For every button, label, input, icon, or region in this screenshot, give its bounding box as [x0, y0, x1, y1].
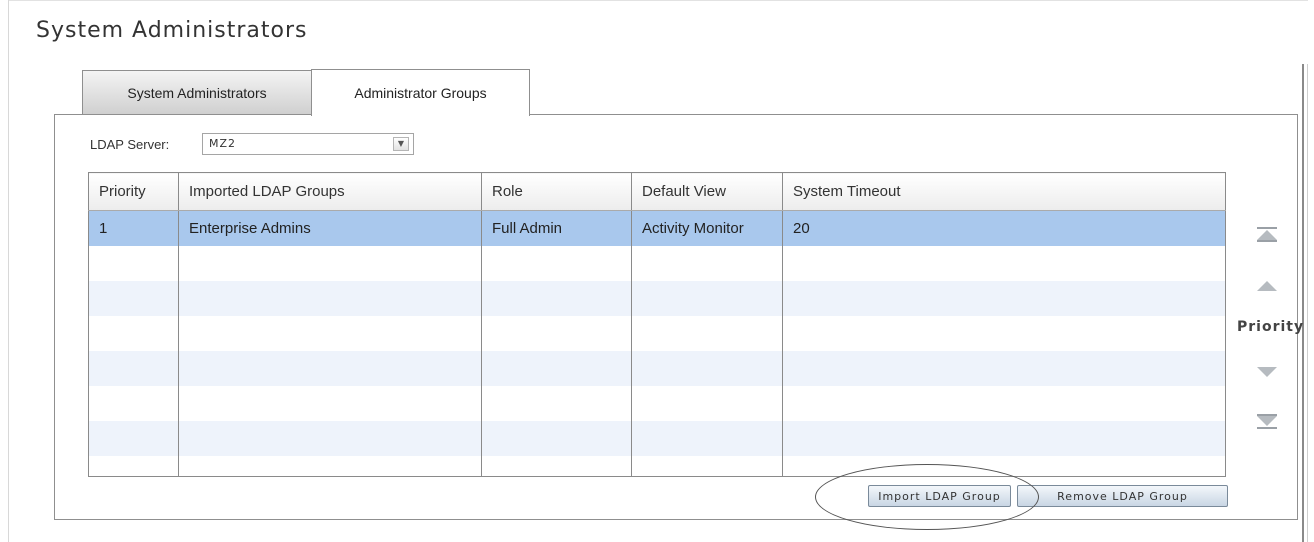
ldap-server-value: MZ2: [209, 137, 237, 150]
column-header-imported-ldap-groups[interactable]: Imported LDAP Groups: [178, 172, 482, 211]
tab-label: System Administrators: [127, 85, 267, 101]
ldap-server-select[interactable]: MZ2 ▼: [202, 133, 414, 155]
page-title: System Administrators: [36, 18, 308, 43]
import-ldap-group-button[interactable]: Import LDAP Group: [868, 485, 1011, 507]
empty-row: [88, 421, 1226, 456]
tab-system-administrators[interactable]: System Administrators: [82, 70, 312, 115]
chevron-down-icon[interactable]: ▼: [393, 137, 409, 151]
column-header-default-view[interactable]: Default View: [631, 172, 783, 211]
empty-row: [88, 281, 1226, 316]
move-top-icon[interactable]: [1254, 226, 1280, 242]
move-down-icon[interactable]: [1254, 364, 1280, 380]
table-header-row: Priority Imported LDAP Groups Role Defau…: [88, 172, 1226, 211]
column-header-role[interactable]: Role: [481, 172, 632, 211]
column-header-system-timeout[interactable]: System Timeout: [782, 172, 1226, 211]
scrollbar-edge: [1302, 64, 1304, 542]
move-bottom-icon[interactable]: [1254, 414, 1280, 430]
tab-administrator-groups[interactable]: Administrator Groups: [311, 69, 530, 116]
cell-default-view: Activity Monitor: [631, 210, 783, 246]
column-header-priority[interactable]: Priority: [88, 172, 179, 211]
table-row[interactable]: 1 Enterprise Admins Full Admin Activity …: [88, 210, 1226, 246]
empty-row: [88, 351, 1226, 386]
cell-role: Full Admin: [481, 210, 632, 246]
empty-row: [88, 246, 1226, 281]
empty-row: [88, 456, 1226, 477]
move-up-icon[interactable]: [1254, 278, 1280, 294]
cell-priority: 1: [88, 210, 179, 246]
remove-ldap-group-button[interactable]: Remove LDAP Group: [1017, 485, 1228, 507]
empty-row: [88, 316, 1226, 351]
scrollbar-edge-light: [1307, 64, 1308, 542]
tab-label: Administrator Groups: [354, 85, 487, 101]
cell-system-timeout: 20: [782, 210, 1226, 246]
ldap-groups-table: Priority Imported LDAP Groups Role Defau…: [88, 172, 1226, 477]
priority-label: Priority: [1237, 319, 1305, 335]
cell-group: Enterprise Admins: [178, 210, 482, 246]
empty-row: [88, 386, 1226, 421]
ldap-server-label: LDAP Server:: [90, 137, 170, 152]
